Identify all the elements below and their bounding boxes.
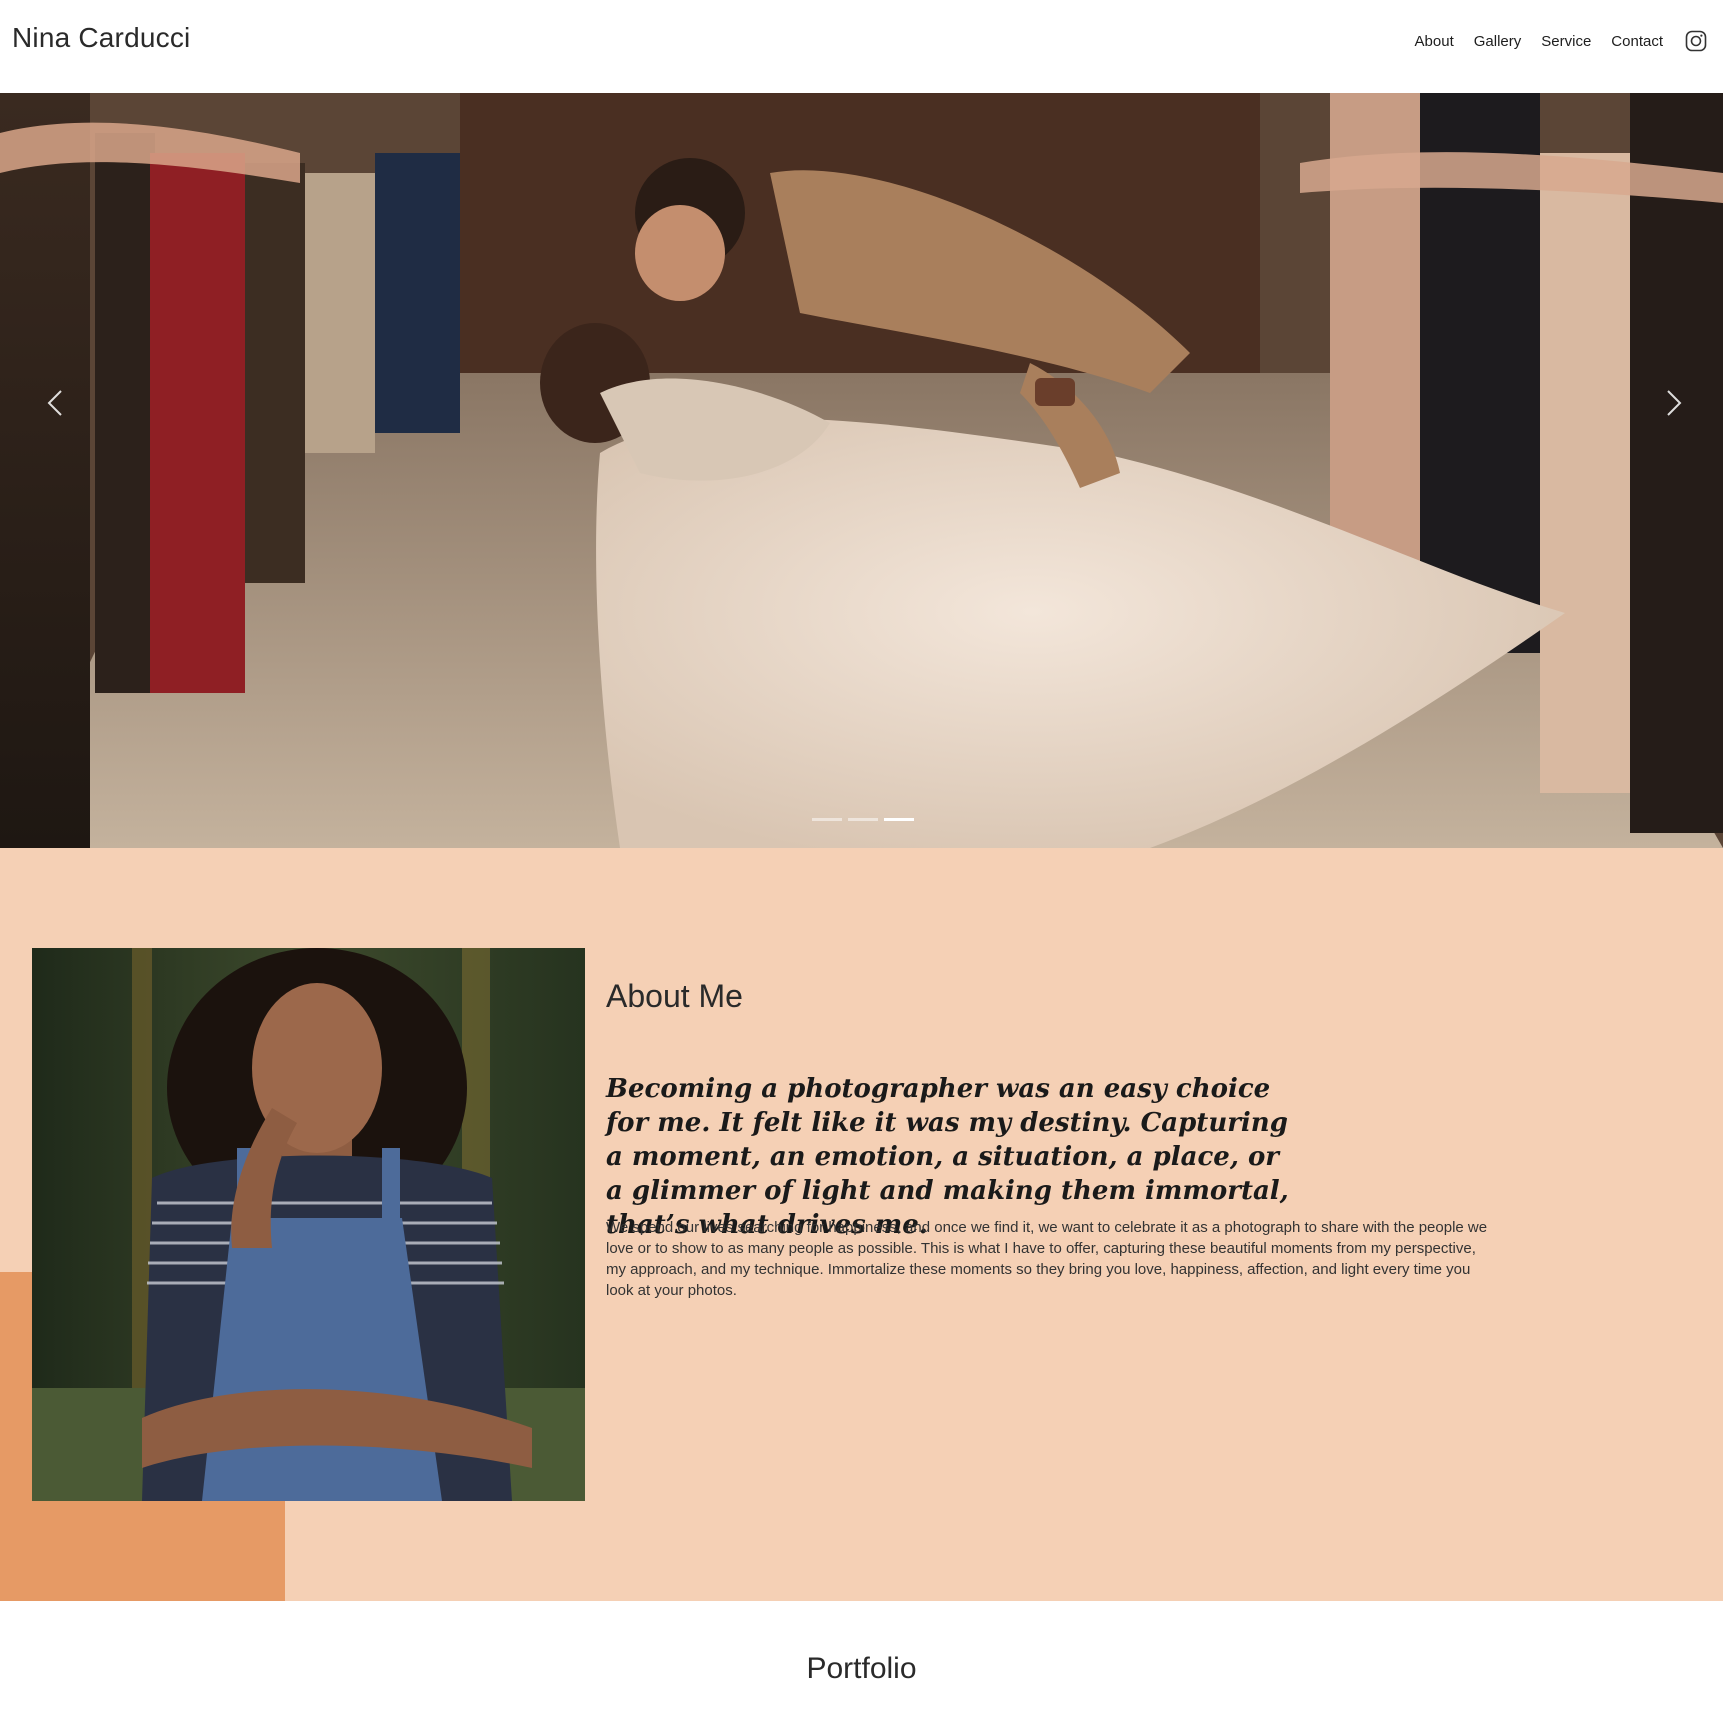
nav-gallery[interactable]: Gallery xyxy=(1474,33,1522,50)
nav-contact[interactable]: Contact xyxy=(1611,33,1663,50)
about-portrait xyxy=(32,948,585,1501)
instagram-icon[interactable] xyxy=(1685,30,1707,52)
carousel-dot-3[interactable] xyxy=(884,818,914,821)
nav-about[interactable]: About xyxy=(1415,33,1454,50)
carousel-dot-1[interactable] xyxy=(812,818,842,821)
about-section: About Me Becoming a photographer was an … xyxy=(0,848,1723,1601)
nav-service[interactable]: Service xyxy=(1541,33,1591,50)
about-title: About Me xyxy=(606,978,743,1014)
site-header: Nina Carducci About Gallery Service Cont… xyxy=(0,0,1723,93)
hero-photo xyxy=(0,93,1723,848)
portfolio-title: Portfolio xyxy=(806,1652,917,1685)
chevron-left-icon[interactable] xyxy=(36,383,76,423)
main-nav: About Gallery Service Contact xyxy=(1415,30,1707,52)
carousel-dot-2[interactable] xyxy=(848,818,878,821)
about-body: We spend our lives searching for happine… xyxy=(606,1219,1488,1299)
hero-carousel[interactable] xyxy=(0,93,1723,848)
carousel-indicators xyxy=(812,818,914,821)
chevron-right-icon[interactable] xyxy=(1653,383,1693,423)
site-brand[interactable]: Nina Carducci xyxy=(12,22,190,54)
